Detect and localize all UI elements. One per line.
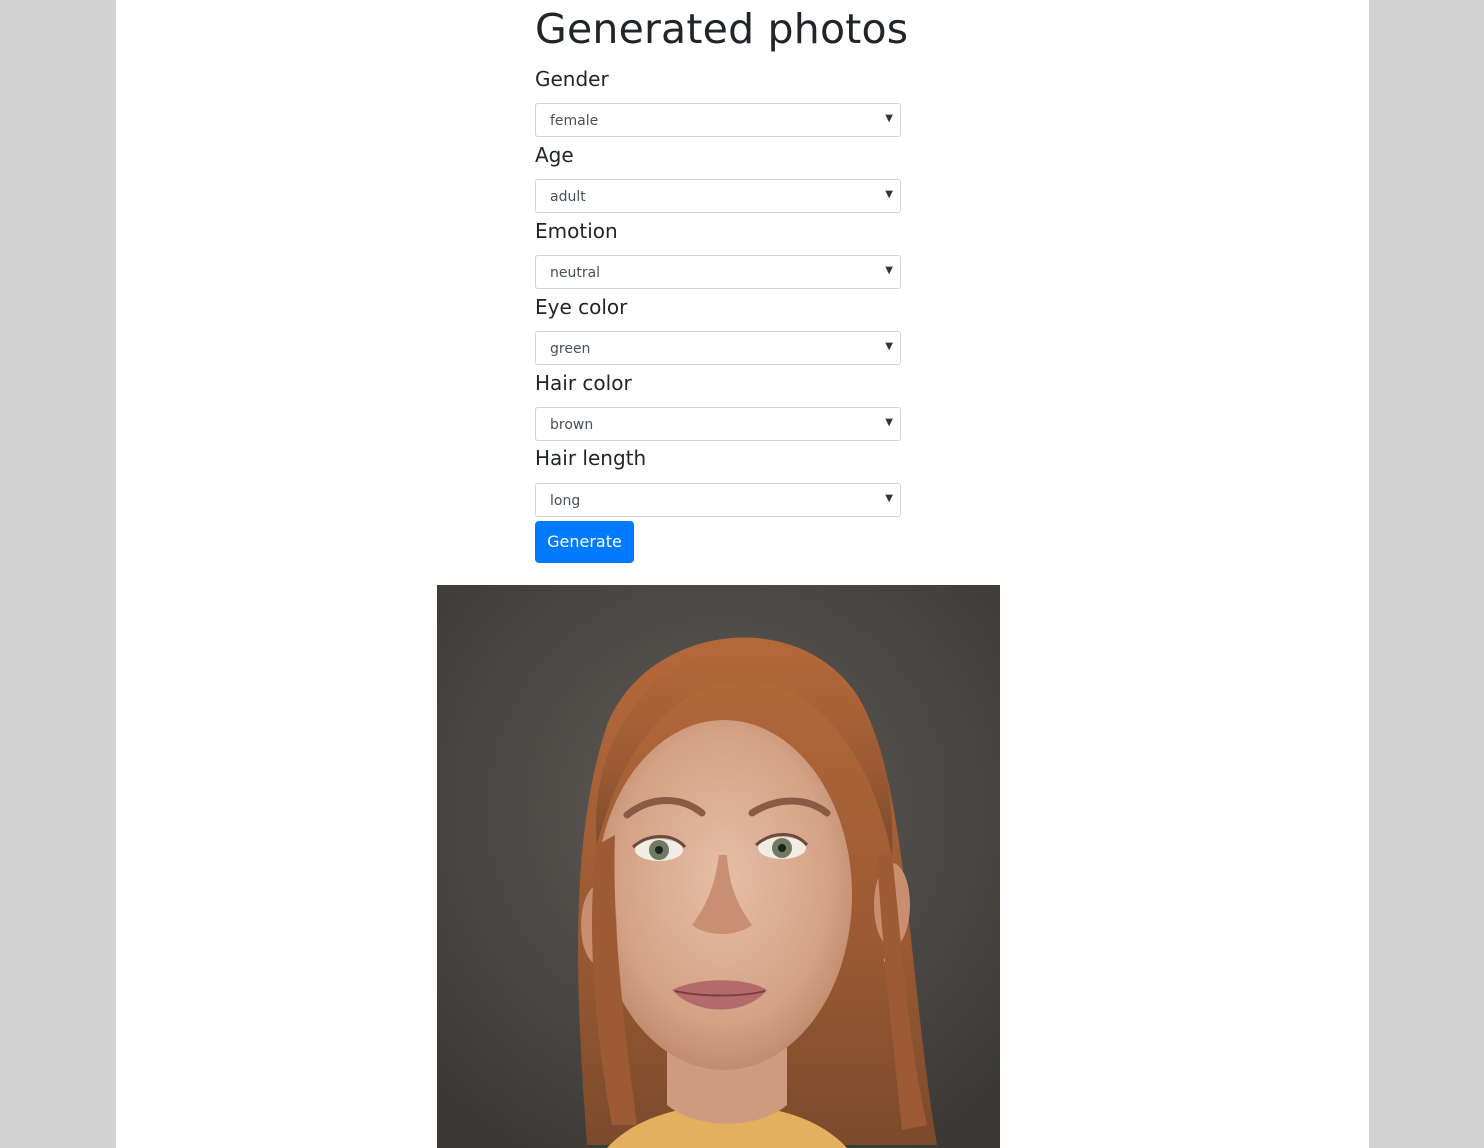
page-container: Generated photos Gender female ▼ Age adu…: [116, 0, 1369, 1148]
hair-length-select-value: long: [550, 493, 581, 509]
emotion-label: Emotion: [535, 219, 618, 243]
eye-color-select-value: green: [550, 341, 591, 357]
age-select[interactable]: adult ▼: [535, 179, 901, 213]
hair-length-select[interactable]: long ▼: [535, 483, 901, 517]
generated-photo: [437, 585, 1000, 1148]
gender-select-value: female: [550, 113, 599, 129]
caret-down-icon: ▼: [885, 265, 893, 276]
age-label: Age: [535, 143, 574, 167]
eye-color-select[interactable]: green ▼: [535, 331, 901, 365]
hair-color-select[interactable]: brown ▼: [535, 407, 901, 441]
hair-length-label: Hair length: [535, 446, 647, 470]
portrait-image: [437, 585, 1000, 1148]
gender-label: Gender: [535, 67, 609, 91]
caret-down-icon: ▼: [885, 189, 893, 200]
emotion-select-value: neutral: [550, 265, 601, 281]
caret-down-icon: ▼: [885, 493, 893, 504]
age-select-value: adult: [550, 189, 586, 205]
emotion-select[interactable]: neutral ▼: [535, 255, 901, 289]
caret-down-icon: ▼: [885, 417, 893, 428]
caret-down-icon: ▼: [885, 341, 893, 352]
hair-color-select-value: brown: [550, 417, 594, 433]
caret-down-icon: ▼: [885, 113, 893, 124]
page-title: Generated photos: [535, 5, 909, 53]
generate-button[interactable]: Generate: [535, 521, 634, 563]
eye-color-label: Eye color: [535, 295, 628, 319]
hair-color-label: Hair color: [535, 371, 632, 395]
gender-select[interactable]: female ▼: [535, 103, 901, 137]
